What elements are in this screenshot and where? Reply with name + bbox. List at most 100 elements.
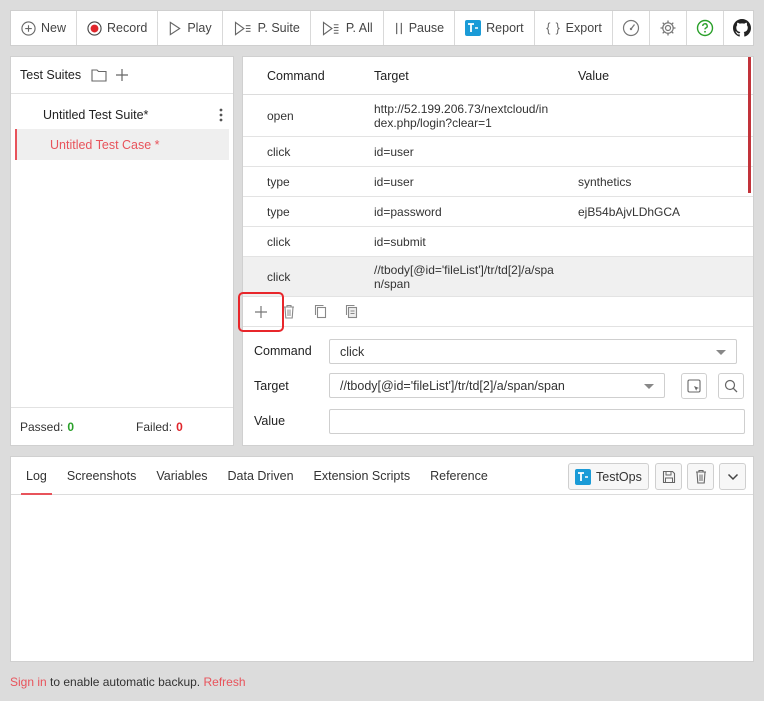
testops-label: TestOps xyxy=(596,469,642,484)
table-row[interactable]: type id=user synthetics xyxy=(243,167,753,197)
tab-reference[interactable]: Reference xyxy=(420,457,498,494)
command-table-header: Command Target Value xyxy=(243,57,753,95)
row-target: //tbody[@id='fileList']/tr/td[2]/a/span/… xyxy=(374,262,554,291)
tab-extension-scripts[interactable]: Extension Scripts xyxy=(304,457,421,494)
backup-message: to enable automatic backup. xyxy=(46,675,204,689)
trash-icon[interactable] xyxy=(283,304,295,319)
add-command-button[interactable] xyxy=(238,292,284,332)
row-target: id=user xyxy=(374,144,414,159)
save-icon xyxy=(662,470,675,483)
command-select-value: click xyxy=(340,344,365,359)
table-row[interactable]: click id=user xyxy=(243,137,753,167)
table-row-selected[interactable]: click //tbody[@id='fileList']/tr/td[2]/a… xyxy=(243,257,753,297)
save-log-button[interactable] xyxy=(655,463,682,490)
play-all-button[interactable]: P. All xyxy=(311,11,384,45)
row-value: ejB54bAjvLDhGCA xyxy=(578,204,681,219)
plus-icon xyxy=(255,306,267,318)
table-row[interactable]: type id=password ejB54bAjvLDhGCA xyxy=(243,197,753,227)
play-label: Play xyxy=(187,21,212,35)
play-button[interactable]: Play xyxy=(158,11,223,45)
play-all-icon xyxy=(322,20,339,36)
passed-count: 0 xyxy=(67,419,75,434)
target-select[interactable]: //tbody[@id='fileList']/tr/td[2]/a/span/… xyxy=(329,373,665,398)
report-button[interactable]: Report xyxy=(455,11,535,45)
github-button[interactable] xyxy=(724,11,760,45)
export-button[interactable]: Export xyxy=(535,11,613,45)
value-column-header: Value xyxy=(578,68,610,83)
editor-panel: Command Target Value open http://52.199.… xyxy=(238,56,754,446)
passed-label: Passed: xyxy=(20,419,64,434)
test-suites-title: Test Suites xyxy=(20,68,82,82)
new-button[interactable]: New xyxy=(11,11,78,45)
test-suite-item[interactable]: Untitled Test Suite* xyxy=(11,103,233,127)
help-button[interactable] xyxy=(687,11,724,45)
console-panel: Log Screenshots Variables Data Driven Ex… xyxy=(10,456,754,662)
braces-icon xyxy=(546,21,560,35)
plus-circle-icon xyxy=(21,20,36,36)
help-circle-icon xyxy=(696,19,714,37)
table-row[interactable]: open http://52.199.206.73/nextcloud/inde… xyxy=(243,95,753,137)
clear-log-button[interactable] xyxy=(687,463,714,490)
new-label: New xyxy=(41,21,67,35)
command-column-header: Command xyxy=(267,68,325,83)
target-field-label: Target xyxy=(254,379,289,393)
backup-footer: Sign in to enable automatic backup. Refr… xyxy=(10,675,246,689)
github-icon xyxy=(732,19,751,37)
row-target: http://52.199.206.73/nextcloud/index.php… xyxy=(374,101,549,130)
gear-icon xyxy=(660,20,676,36)
copy-icon[interactable] xyxy=(314,304,327,319)
command-select[interactable]: click xyxy=(329,339,737,364)
record-icon xyxy=(87,20,102,36)
scrollbar-indicator[interactable] xyxy=(748,57,751,193)
table-row[interactable]: click id=submit xyxy=(243,227,753,257)
folder-icon[interactable] xyxy=(91,68,107,82)
testops-button[interactable]: TestOps xyxy=(568,463,649,490)
command-table: Command Target Value open http://52.199.… xyxy=(243,57,753,297)
sign-in-link[interactable]: Sign in xyxy=(10,675,47,689)
results-footer: Passed: 0 Failed: 0 xyxy=(11,407,233,445)
testops-logo-icon xyxy=(575,468,591,485)
speed-button[interactable] xyxy=(613,11,650,45)
chevron-down-icon xyxy=(727,473,738,480)
pause-label: Pause xyxy=(408,21,445,35)
test-suites-header: Test Suites xyxy=(11,57,233,94)
row-command: click xyxy=(267,234,291,249)
value-input[interactable] xyxy=(329,409,745,434)
row-target: id=submit xyxy=(374,234,426,249)
test-case-item[interactable]: Untitled Test Case * xyxy=(15,129,229,160)
pause-button[interactable]: Pause xyxy=(384,11,456,45)
tab-screenshots[interactable]: Screenshots xyxy=(57,457,146,494)
record-button[interactable]: Record xyxy=(77,11,159,45)
search-icon xyxy=(724,379,738,393)
failed-label: Failed: xyxy=(136,419,173,434)
pause-icon xyxy=(395,22,402,34)
paste-icon[interactable] xyxy=(345,304,358,319)
record-label: Record xyxy=(107,21,148,35)
play-icon xyxy=(170,20,182,36)
chevron-down-icon xyxy=(716,350,726,355)
tab-data-driven[interactable]: Data Driven xyxy=(218,457,304,494)
tab-log[interactable]: Log xyxy=(16,457,57,495)
row-value: synthetics xyxy=(578,174,632,189)
select-target-button[interactable] xyxy=(681,373,707,399)
kebab-menu-icon[interactable] xyxy=(219,108,223,122)
add-suite-icon[interactable] xyxy=(115,68,129,82)
row-command: click xyxy=(267,144,291,159)
play-suite-button[interactable]: P. Suite xyxy=(223,11,311,45)
test-suites-panel: Test Suites Untitled Test Suite* Untitle… xyxy=(10,56,234,446)
collapse-console-button[interactable] xyxy=(719,463,746,490)
tab-variables[interactable]: Variables xyxy=(146,457,217,494)
settings-button[interactable] xyxy=(650,11,687,45)
edit-toolbar xyxy=(238,292,753,332)
target-column-header: Target xyxy=(374,68,409,83)
trash-icon xyxy=(695,469,706,484)
refresh-link[interactable]: Refresh xyxy=(203,675,245,689)
row-command: click xyxy=(267,269,291,284)
find-target-button[interactable] xyxy=(718,373,744,399)
test-case-name: Untitled Test Case * xyxy=(50,137,160,152)
console-tabs: Log Screenshots Variables Data Driven Ex… xyxy=(11,457,753,495)
report-label: Report xyxy=(486,21,524,35)
target-select-value: //tbody[@id='fileList']/tr/td[2]/a/span/… xyxy=(340,378,565,393)
test-suite-name: Untitled Test Suite* xyxy=(43,108,149,122)
row-command: open xyxy=(267,108,294,123)
